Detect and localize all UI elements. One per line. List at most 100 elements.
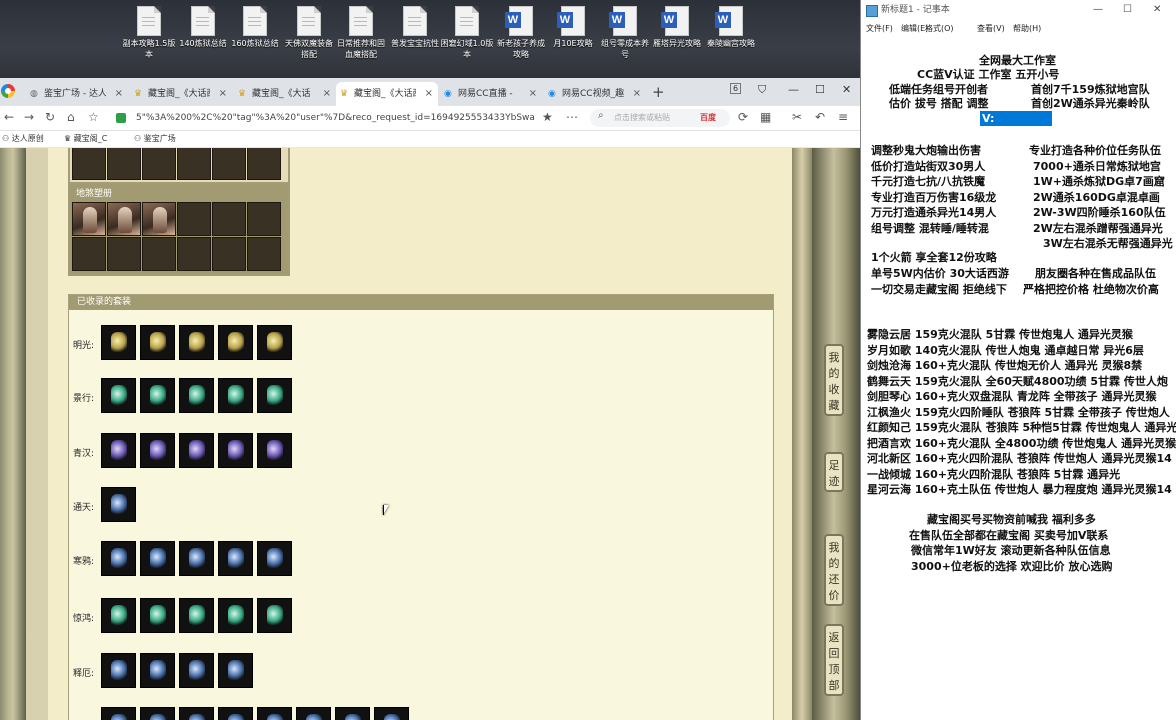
equipment-icon[interactable] xyxy=(257,707,292,720)
equipment-icon[interactable] xyxy=(179,707,214,720)
equipment-icon[interactable] xyxy=(101,541,136,576)
tab-item[interactable]: ♛ 藏宝阁_《大话西 × xyxy=(130,82,232,106)
equipment-icon[interactable] xyxy=(179,541,214,576)
bookmark-item[interactable]: ♛ 藏宝阁_C xyxy=(64,131,107,147)
minimize-button[interactable]: — xyxy=(788,83,799,96)
menu-item[interactable]: 文件(F) xyxy=(866,20,893,37)
side-button[interactable]: 我的收藏 xyxy=(824,344,844,416)
apps-grid-icon[interactable]: ▦ xyxy=(760,110,771,124)
sculpt-card[interactable] xyxy=(72,202,106,236)
equipment-icon[interactable] xyxy=(179,433,214,468)
tab-count-badge[interactable]: 6 xyxy=(730,83,742,94)
equipment-icon[interactable] xyxy=(140,653,175,688)
equipment-icon[interactable] xyxy=(218,598,253,633)
equipment-icon[interactable] xyxy=(257,325,292,360)
equipment-icon[interactable] xyxy=(257,378,292,413)
equipment-icon[interactable] xyxy=(140,378,175,413)
equipment-icon[interactable] xyxy=(101,707,136,720)
side-button[interactable]: 我的还价 xyxy=(824,534,844,606)
equipment-icon[interactable] xyxy=(218,325,253,360)
equipment-icon[interactable] xyxy=(335,707,370,720)
close-tab-icon[interactable]: × xyxy=(529,82,537,106)
desktop-icon[interactable]: 副本攻略1.5版本 xyxy=(122,4,176,76)
shirt-icon[interactable]: ⛉ xyxy=(758,83,766,97)
grid-cell[interactable] xyxy=(72,148,106,180)
grid-cell[interactable] xyxy=(247,237,281,271)
close-tab-icon[interactable]: × xyxy=(219,82,227,106)
desktop-icon[interactable]: 普发宝宝抗性 xyxy=(388,4,442,76)
browser-logo-icon[interactable] xyxy=(1,84,15,98)
menu-item[interactable]: 格式(O) xyxy=(925,20,954,37)
close-tab-icon[interactable]: × xyxy=(115,82,123,106)
forward-icon[interactable]: → xyxy=(24,110,34,124)
more-icon[interactable]: ⋯ xyxy=(566,110,578,124)
equipment-icon[interactable] xyxy=(101,325,136,360)
equipment-icon[interactable] xyxy=(140,707,175,720)
equipment-icon[interactable] xyxy=(179,378,214,413)
desktop-icon[interactable]: W 月10E攻略 xyxy=(546,4,600,76)
grid-cell[interactable] xyxy=(212,202,246,236)
grid-cell[interactable] xyxy=(177,202,211,236)
menu-item[interactable]: 查看(V) xyxy=(977,20,1005,37)
scissors-icon[interactable]: ✂ xyxy=(792,110,802,124)
grid-cell[interactable] xyxy=(72,237,106,271)
grid-cell[interactable] xyxy=(212,148,246,180)
grid-cell[interactable] xyxy=(142,237,176,271)
desktop-icon[interactable]: 140炼狱总结 xyxy=(176,4,230,76)
equipment-icon[interactable] xyxy=(179,598,214,633)
new-tab-button[interactable]: + xyxy=(652,83,665,101)
equipment-icon[interactable] xyxy=(140,433,175,468)
equipment-icon[interactable] xyxy=(374,707,409,720)
tab-item[interactable]: ◍ 鉴宝广场 - 达人 × xyxy=(26,82,128,106)
tab-item[interactable]: ♛ 藏宝阁_《大话西 × xyxy=(336,82,438,106)
maximize-button[interactable]: ☐ xyxy=(815,83,825,96)
side-button[interactable]: 返回顶部 xyxy=(824,624,844,696)
sculpt-card[interactable] xyxy=(142,202,176,236)
search-engine-label[interactable]: 百度 xyxy=(700,109,716,127)
undo-icon[interactable]: ↶ xyxy=(815,110,825,124)
close-tab-icon[interactable]: × xyxy=(323,82,331,106)
maximize-button[interactable]: ☐ xyxy=(1123,4,1132,15)
equipment-icon[interactable] xyxy=(101,433,136,468)
desktop-icon[interactable]: 天佛双魔装备搭配 xyxy=(282,4,336,76)
address-bar[interactable]: 5"%3A%200%2C%20"tag"%3A%20"user"%7D&reco… xyxy=(116,109,586,127)
grid-cell[interactable] xyxy=(247,148,281,180)
desktop-icon[interactable]: W 组号零成本养号 xyxy=(598,4,652,76)
grid-cell[interactable] xyxy=(177,237,211,271)
tab-item[interactable]: ♛ 藏宝阁_《大话 × xyxy=(234,82,336,106)
grid-cell[interactable] xyxy=(107,148,141,180)
grid-cell[interactable] xyxy=(107,237,141,271)
desktop-icon[interactable]: W 秦陵幽宫攻略 xyxy=(704,4,758,76)
grid-cell[interactable] xyxy=(177,148,211,180)
desktop-icon[interactable]: 160炼狱总结 xyxy=(228,4,282,76)
equipment-icon[interactable] xyxy=(140,541,175,576)
equipment-icon[interactable] xyxy=(218,378,253,413)
grid-cell[interactable] xyxy=(247,202,281,236)
desktop-icon[interactable]: 日常推荐和固血魔搭配 xyxy=(334,4,388,76)
equipment-icon[interactable] xyxy=(140,598,175,633)
refresh-sync-icon[interactable]: ⟳ xyxy=(738,110,748,124)
bookmark-item[interactable]: ⚇ 达人原创 xyxy=(2,131,44,147)
equipment-icon[interactable] xyxy=(101,598,136,633)
equipment-icon[interactable] xyxy=(257,541,292,576)
close-tab-icon[interactable]: × xyxy=(425,82,433,106)
equipment-icon[interactable] xyxy=(218,653,253,688)
desktop-icon[interactable]: W 雁塔异光攻略 xyxy=(650,4,704,76)
desktop-icon[interactable]: W 新老孩子养成攻略 xyxy=(494,4,548,76)
equipment-icon[interactable] xyxy=(101,653,136,688)
grid-cell[interactable] xyxy=(212,237,246,271)
close-button[interactable]: ✕ xyxy=(842,83,851,96)
minimize-button[interactable]: — xyxy=(1093,4,1103,15)
equipment-icon[interactable] xyxy=(140,325,175,360)
equipment-icon[interactable] xyxy=(179,325,214,360)
equipment-icon[interactable] xyxy=(296,707,331,720)
favorite-star-icon[interactable]: ★ xyxy=(542,110,553,124)
equipment-icon[interactable] xyxy=(257,433,292,468)
equipment-icon[interactable] xyxy=(179,653,214,688)
equipment-icon[interactable] xyxy=(257,598,292,633)
equipment-icon[interactable] xyxy=(218,541,253,576)
back-icon[interactable]: ← xyxy=(4,110,14,124)
bookmark-star-icon[interactable]: ☆ xyxy=(88,110,99,124)
bookmark-item[interactable]: ⚇ 鉴宝广场 xyxy=(134,131,176,147)
reload-icon[interactable]: ↻ xyxy=(45,110,55,124)
